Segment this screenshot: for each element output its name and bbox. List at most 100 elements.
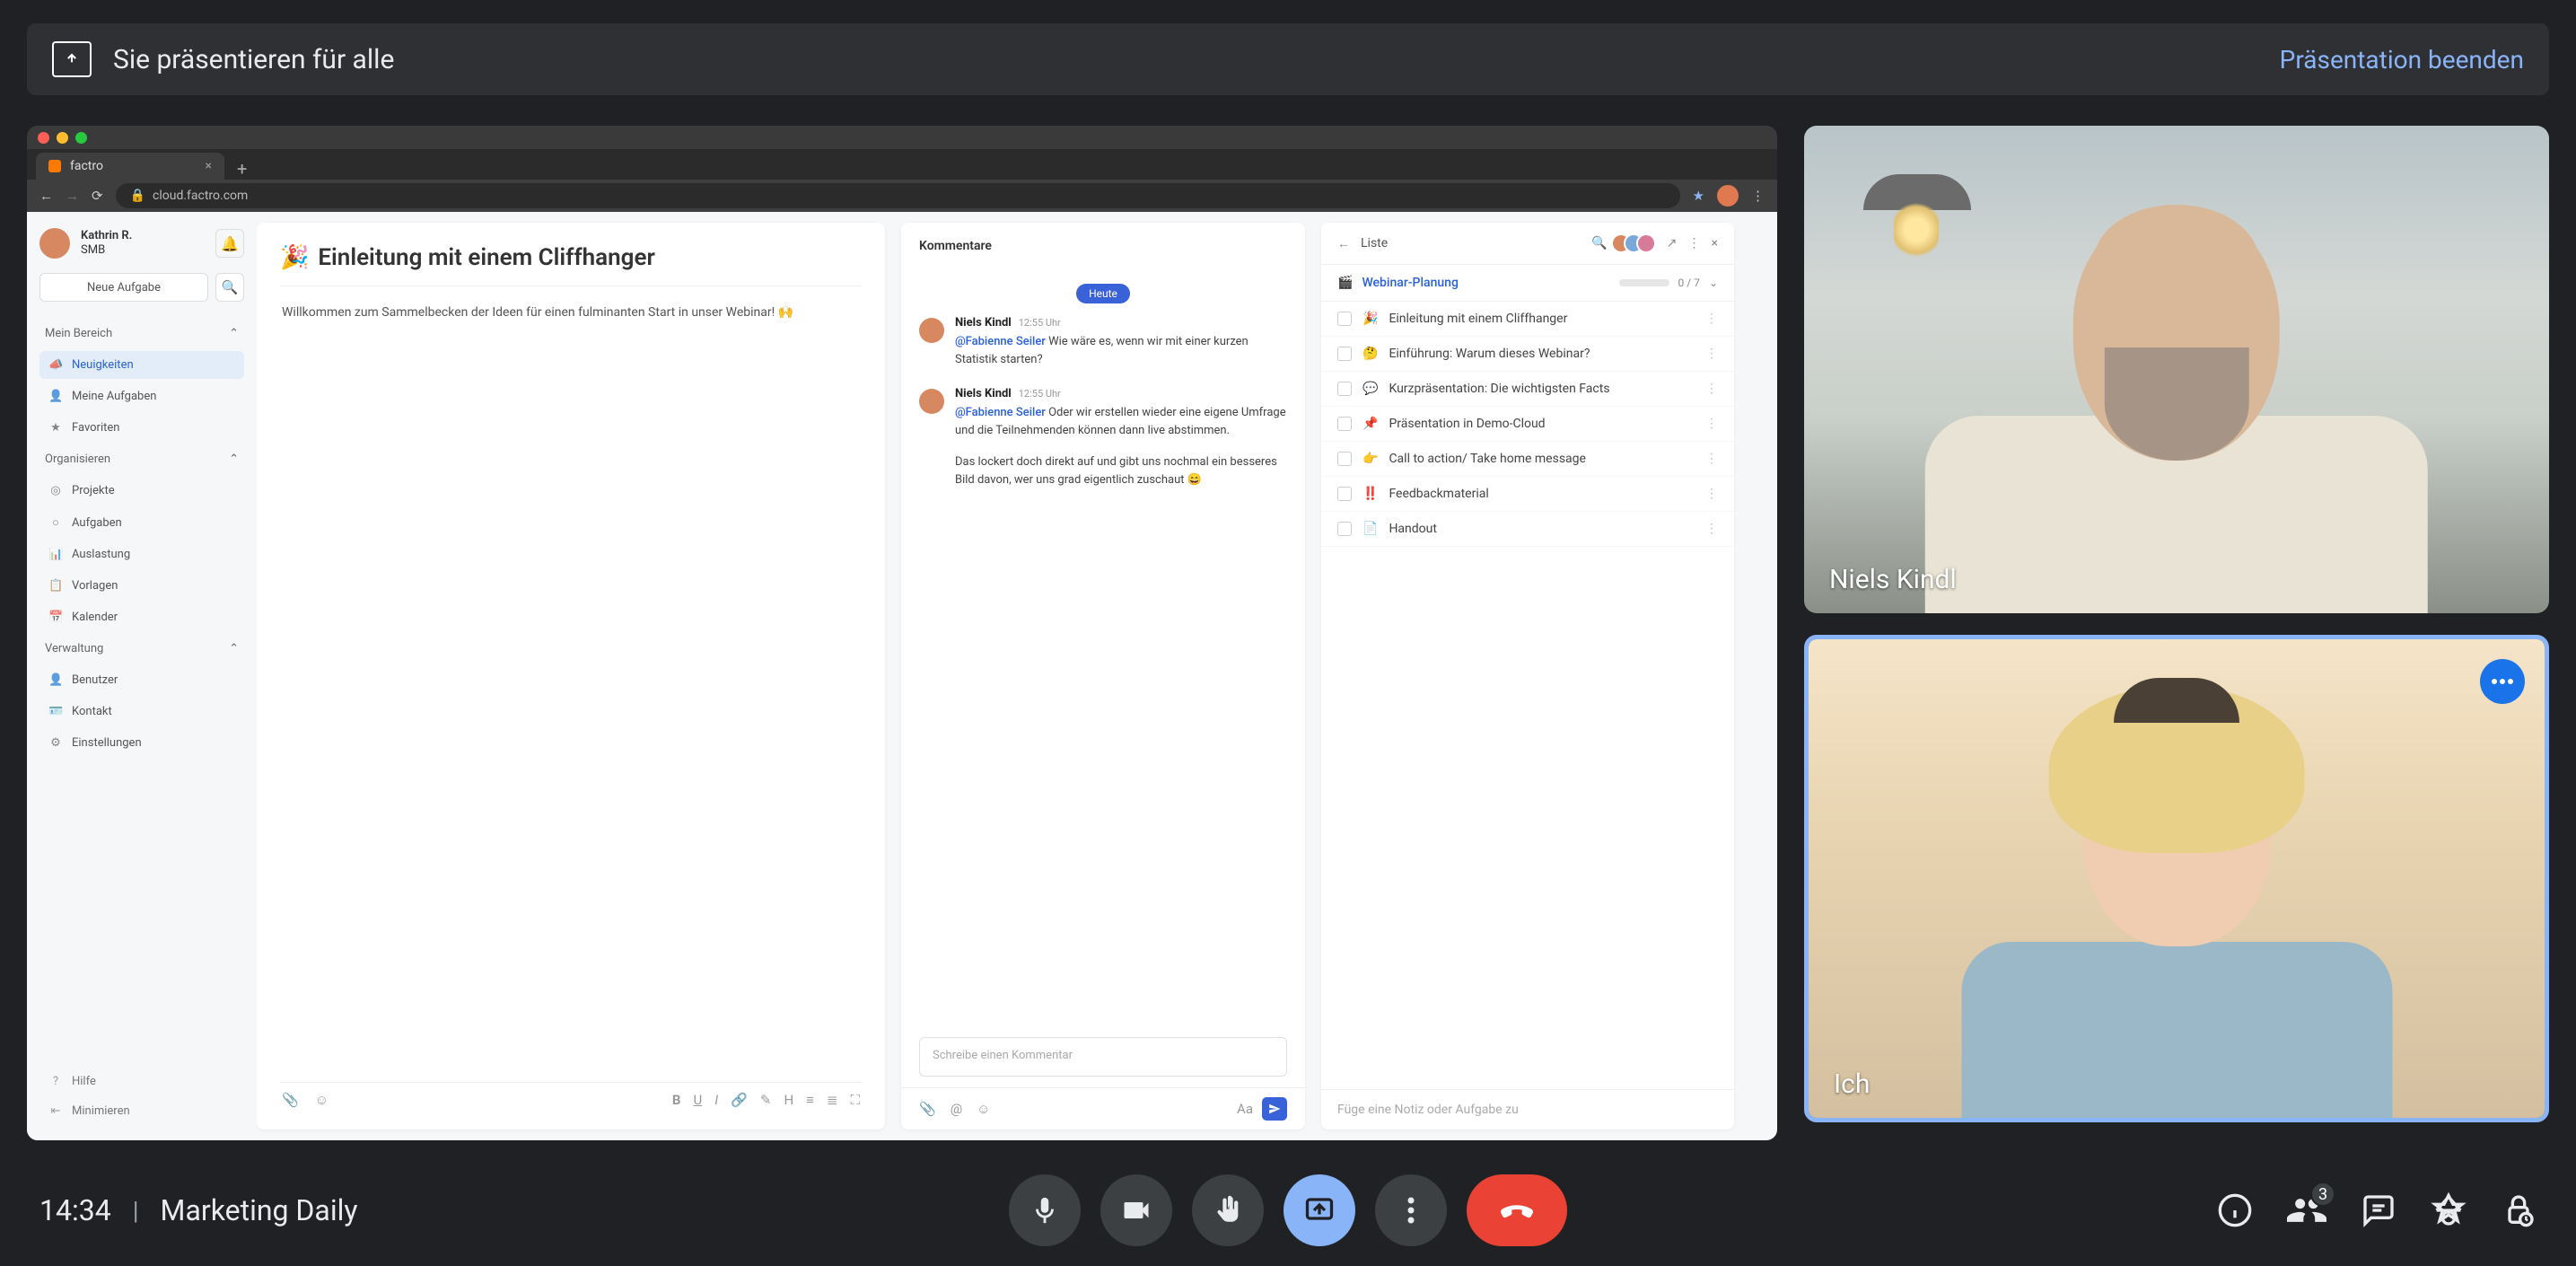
new-task-button[interactable]: Neue Aufgabe xyxy=(39,273,208,302)
task-row[interactable]: 📄Handout⋮ xyxy=(1321,512,1734,547)
checkbox[interactable] xyxy=(1337,487,1352,501)
share-icon[interactable]: ↗ xyxy=(1667,236,1678,251)
task-description[interactable]: Willkommen zum Sammelbecken der Ideen fü… xyxy=(280,286,862,1082)
task-row[interactable]: 🎉Einleitung mit einem Cliffhanger⋮ xyxy=(1321,302,1734,337)
address-bar[interactable]: 🔒 cloud.factro.com xyxy=(116,183,1680,208)
attach-icon[interactable]: 📎 xyxy=(919,1101,936,1117)
camera-button[interactable] xyxy=(1100,1174,1172,1246)
task-more-icon[interactable]: ⋮ xyxy=(1705,417,1718,431)
sidebar-item-kontakt[interactable]: 🪪Kontakt xyxy=(39,698,244,725)
heading-icon[interactable]: H xyxy=(784,1092,793,1108)
task-row[interactable]: 🤔Einführung: Warum dieses Webinar?⋮ xyxy=(1321,337,1734,372)
present-button[interactable] xyxy=(1284,1174,1355,1246)
sidebar-item-aufgaben[interactable]: ○Aufgaben xyxy=(39,508,244,537)
numbered-list-icon[interactable]: ≣ xyxy=(827,1092,838,1108)
participant-video-tile[interactable]: Niels Kindl xyxy=(1804,126,2549,613)
mention[interactable]: @Fabienne Seiler xyxy=(955,406,1046,419)
chat-button[interactable] xyxy=(2361,1192,2396,1228)
bookmark-icon[interactable]: ★ xyxy=(1693,188,1704,204)
hangup-button[interactable] xyxy=(1467,1174,1567,1246)
checkbox[interactable] xyxy=(1337,347,1352,361)
reload-icon[interactable]: ⟳ xyxy=(92,188,103,204)
sidebar-item-einstellungen[interactable]: ⚙Einstellungen xyxy=(39,729,244,757)
sidebar-item-auslastung[interactable]: 📊Auslastung xyxy=(39,541,244,568)
task-more-icon[interactable]: ⋮ xyxy=(1705,382,1718,396)
add-note-input[interactable]: Füge eine Notiz oder Aufgabe zu xyxy=(1321,1089,1734,1130)
sidebar-item-favoriten[interactable]: ★Favoriten xyxy=(39,414,244,442)
task-more-icon[interactable]: ⋮ xyxy=(1705,487,1718,501)
sidebar-item-neuigkeiten[interactable]: 📣Neuigkeiten xyxy=(39,351,244,379)
clock-time: 14:34 xyxy=(39,1193,111,1227)
task-more-icon[interactable]: ⋮ xyxy=(1705,347,1718,361)
assignees[interactable] xyxy=(1618,233,1656,253)
sidebar-item-minimieren[interactable]: ⇤Minimieren xyxy=(39,1098,244,1124)
format-icon[interactable]: Aa xyxy=(1237,1101,1253,1117)
more-options-button[interactable] xyxy=(1375,1174,1447,1246)
send-button[interactable] xyxy=(1262,1097,1287,1121)
task-title[interactable]: 🎉Einleitung mit einem Cliffhanger xyxy=(280,244,862,286)
back-icon[interactable]: ← xyxy=(39,188,53,204)
expand-icon[interactable]: ⛶ xyxy=(850,1092,860,1108)
underline-icon[interactable]: U xyxy=(693,1092,702,1108)
tile-options-button[interactable] xyxy=(2480,659,2525,704)
section-verwaltung[interactable]: Verwaltung⌃ xyxy=(39,635,244,663)
sidebar-item-meine-aufgaben[interactable]: 👤Meine Aufgaben xyxy=(39,382,244,410)
host-controls-button[interactable] xyxy=(2501,1192,2537,1228)
task-row[interactable]: 👉Call to action/ Take home message⋮ xyxy=(1321,442,1734,477)
checkbox[interactable] xyxy=(1337,382,1352,396)
mic-button[interactable] xyxy=(1009,1174,1081,1246)
close-window-icon[interactable] xyxy=(38,132,49,144)
back-icon[interactable]: ← xyxy=(1337,236,1350,251)
self-video-tile[interactable]: Ich xyxy=(1804,635,2549,1122)
search-button[interactable]: 🔍 xyxy=(215,273,244,302)
new-tab-button[interactable]: + xyxy=(224,158,259,180)
at-icon[interactable]: @ xyxy=(951,1101,962,1117)
checkbox[interactable] xyxy=(1337,522,1352,536)
sidebar-item-projekte[interactable]: ◎Projekte xyxy=(39,477,244,505)
stop-presenting-button[interactable]: Präsentation beenden xyxy=(2280,45,2524,75)
close-tab-icon[interactable]: × xyxy=(206,159,212,173)
sidebar-item-kalender[interactable]: 📅Kalender xyxy=(39,603,244,631)
task-row[interactable]: 💬Kurzpräsentation: Die wichtigsten Facts… xyxy=(1321,372,1734,407)
people-button[interactable]: 3 xyxy=(2287,1191,2326,1230)
maximize-window-icon[interactable] xyxy=(75,132,87,144)
bold-icon[interactable]: B xyxy=(672,1092,681,1108)
user-profile[interactable]: Kathrin R. SMB 🔔 xyxy=(39,228,244,259)
notifications-icon[interactable]: 🔔 xyxy=(215,229,244,258)
sidebar-item-vorlagen[interactable]: 📋Vorlagen xyxy=(39,572,244,600)
emoji-icon[interactable]: ☺ xyxy=(315,1092,329,1108)
browser-tab[interactable]: factro × xyxy=(36,153,224,180)
browser-menu-icon[interactable]: ⋮ xyxy=(1751,188,1765,204)
task-row[interactable]: ‼️Feedbackmaterial⋮ xyxy=(1321,477,1734,512)
mention[interactable]: @Fabienne Seiler xyxy=(955,335,1046,348)
section-organisieren[interactable]: Organisieren⌃ xyxy=(39,445,244,473)
checkbox[interactable] xyxy=(1337,452,1352,466)
profile-avatar[interactable] xyxy=(1717,185,1739,207)
project-name[interactable]: Webinar-Planung xyxy=(1362,276,1458,290)
italic-icon[interactable]: I xyxy=(714,1092,718,1108)
section-mein-bereich[interactable]: Mein Bereich⌃ xyxy=(39,320,244,347)
attach-icon[interactable]: 📎 xyxy=(282,1092,299,1108)
close-icon[interactable]: × xyxy=(1712,236,1718,251)
minimize-window-icon[interactable] xyxy=(57,132,68,144)
task-more-icon[interactable]: ⋮ xyxy=(1705,522,1718,536)
checkbox[interactable] xyxy=(1337,417,1352,431)
meeting-info-button[interactable] xyxy=(2217,1192,2253,1228)
activities-button[interactable] xyxy=(2431,1192,2466,1228)
sidebar-item-benutzer[interactable]: 👤Benutzer xyxy=(39,666,244,694)
sidebar-item-hilfe[interactable]: ?Hilfe xyxy=(39,1068,244,1095)
task-more-icon[interactable]: ⋮ xyxy=(1705,312,1718,326)
pencil-icon[interactable]: ✎ xyxy=(760,1092,772,1108)
search-icon[interactable]: 🔍 xyxy=(1591,236,1607,251)
raise-hand-button[interactable] xyxy=(1192,1174,1264,1246)
comment-input[interactable]: Schreibe einen Kommentar xyxy=(919,1037,1287,1077)
task-more-icon[interactable]: ⋮ xyxy=(1705,452,1718,466)
emoji-icon[interactable]: ☺ xyxy=(977,1101,990,1117)
list-icon[interactable]: ≡ xyxy=(806,1092,814,1108)
checkbox[interactable] xyxy=(1337,312,1352,326)
forward-icon[interactable]: → xyxy=(66,188,79,204)
link-icon[interactable]: 🔗 xyxy=(731,1092,748,1108)
more-icon[interactable]: ⋮ xyxy=(1688,236,1701,251)
task-row[interactable]: 📌Präsentation in Demo-Cloud⋮ xyxy=(1321,407,1734,442)
chevron-down-icon[interactable]: ⌄ xyxy=(1709,277,1718,289)
